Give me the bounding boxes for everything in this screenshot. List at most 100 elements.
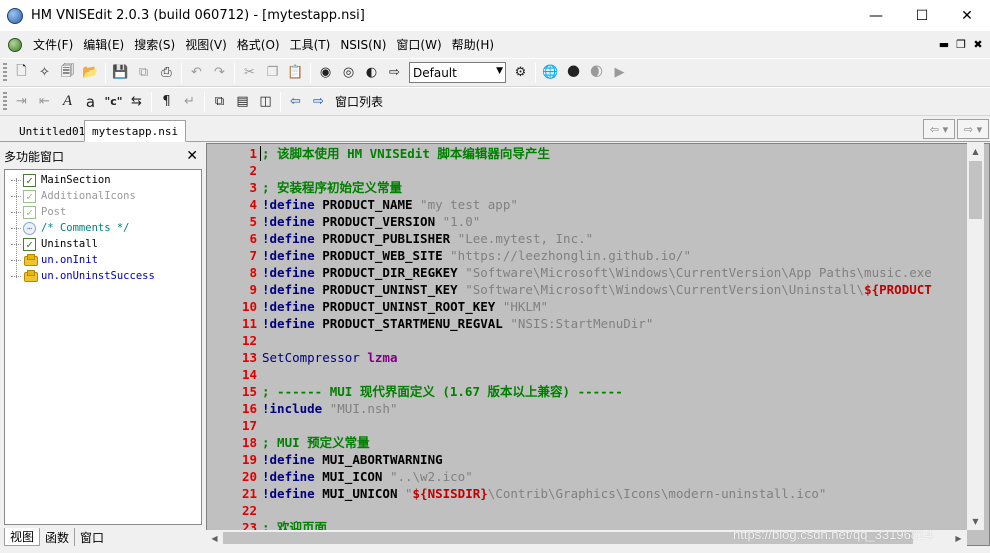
cascade-icon[interactable]: ⧉ xyxy=(208,91,231,113)
scroll-right-icon[interactable]: ▶ xyxy=(950,530,967,546)
menu-format[interactable]: 格式(O) xyxy=(232,36,285,53)
menu-edit[interactable]: 编辑(E) xyxy=(78,36,129,53)
code-line[interactable]: 10 !define PRODUCT_UNINST_ROOT_KEY "HKLM" xyxy=(207,298,987,315)
tab-view[interactable]: 视图 xyxy=(4,528,41,546)
maximize-button[interactable]: ☐ xyxy=(899,0,945,31)
tab-scroll-left-icon[interactable]: ⇦ ▾ xyxy=(923,119,955,139)
menu-tools[interactable]: 工具(T) xyxy=(285,36,336,53)
code-line[interactable]: 16 !include "MUI.nsh" xyxy=(207,400,987,417)
tile-horizontal-icon[interactable]: ▤ xyxy=(231,91,254,113)
code-line[interactable]: 21 !define MUI_UNICON "${NSISDIR}\Contrib… xyxy=(207,485,987,502)
scroll-left-icon[interactable]: ◀ xyxy=(206,530,223,546)
code-line[interactable]: 9 !define PRODUCT_UNINST_KEY "Software\Mi… xyxy=(207,281,987,298)
replace-icon[interactable]: ◐ xyxy=(360,62,383,84)
setup-icon[interactable]: ⚙ xyxy=(509,62,532,84)
checked-section-icon[interactable]: ✓ xyxy=(23,189,36,203)
paste-icon[interactable]: 📋 xyxy=(284,62,307,84)
wizard-icon[interactable]: ✧ xyxy=(33,62,56,84)
window-list-button[interactable]: 窗口列表 xyxy=(330,91,388,113)
copy-icon[interactable]: ❐ xyxy=(261,62,284,84)
save-icon[interactable]: 💾 xyxy=(109,62,132,84)
doc-minimize-button[interactable]: ▬ xyxy=(935,31,953,58)
checked-section-icon[interactable]: ✓ xyxy=(23,237,36,251)
menu-window[interactable]: 窗口(W) xyxy=(391,36,446,53)
outdent-icon[interactable]: ⇤ xyxy=(33,91,56,113)
code-line[interactable]: 22 xyxy=(207,502,987,519)
undo-icon[interactable]: ↶ xyxy=(185,62,208,84)
menu-nsis[interactable]: NSIS(N) xyxy=(335,38,391,52)
code-line[interactable]: 8 !define PRODUCT_DIR_REGKEY "Software\Mi… xyxy=(207,264,987,281)
wrap-icon[interactable]: ↵ xyxy=(178,91,201,113)
minimize-button[interactable]: — xyxy=(853,0,899,31)
code-line[interactable]: 14 xyxy=(207,366,987,383)
code-line[interactable]: 11 !define PRODUCT_STARTMENU_REGVAL "NSIS… xyxy=(207,315,987,332)
code-line[interactable]: 12 xyxy=(207,332,987,349)
test-installer-icon[interactable]: 🌒 xyxy=(585,62,608,84)
tab-untitled01[interactable]: Untitled01 xyxy=(12,120,92,142)
code-line[interactable]: 3 ; 安装程序初始定义常量 xyxy=(207,179,987,196)
lowercase-icon[interactable]: a xyxy=(79,91,102,113)
tab-functions[interactable]: 函数 xyxy=(40,528,76,546)
checked-section-icon[interactable]: ✓ xyxy=(23,173,36,187)
code-line[interactable]: 4 !define PRODUCT_NAME "my test app" xyxy=(207,196,987,213)
doc-close-button[interactable]: ✖ xyxy=(969,31,987,58)
toolbar-grip[interactable] xyxy=(3,62,7,83)
pilcrow-icon[interactable]: ¶ xyxy=(155,91,178,113)
document-menu-icon[interactable] xyxy=(8,37,22,52)
find-icon[interactable]: ◉ xyxy=(314,62,337,84)
tree-item[interactable]: un.onInit xyxy=(11,252,98,268)
tab-scroll-right-icon[interactable]: ⇨ ▾ xyxy=(957,119,989,139)
tab-windows[interactable]: 窗口 xyxy=(75,528,109,546)
code-line[interactable]: 19 !define MUI_ABORTWARNING xyxy=(207,451,987,468)
code-line[interactable]: 17 xyxy=(207,417,987,434)
code-line[interactable]: 18 ; MUI 预定义常量 xyxy=(207,434,987,451)
tree-item[interactable]: ✓ Post xyxy=(11,204,66,220)
template-icon[interactable]: 🗐 xyxy=(56,62,79,84)
open-folder-icon[interactable]: 📂 xyxy=(79,62,102,84)
cut-icon[interactable]: ✂ xyxy=(238,62,261,84)
quote-icon[interactable]: "c" xyxy=(102,91,125,113)
toolbar-grip[interactable] xyxy=(3,91,7,112)
menu-file[interactable]: 文件(F) xyxy=(28,36,78,53)
close-button[interactable]: ✕ xyxy=(944,0,990,31)
run-icon[interactable]: ▶ xyxy=(608,62,631,84)
code-line[interactable]: 13 SetCompressor lzma xyxy=(207,349,987,366)
redo-icon[interactable]: ↷ xyxy=(208,62,231,84)
scroll-up-icon[interactable]: ▲ xyxy=(967,143,984,160)
font-select[interactable]: Default ▼ xyxy=(409,62,506,83)
tree-item[interactable]: ⋯ /* Comments */ xyxy=(11,220,130,236)
swap-case-icon[interactable]: ⇆ xyxy=(125,91,148,113)
print-icon[interactable]: ⎙ xyxy=(155,62,178,84)
tile-vertical-icon[interactable]: ◫ xyxy=(254,91,277,113)
scroll-down-icon[interactable]: ▼ xyxy=(967,513,984,530)
code-editor[interactable]: 1 ; 该脚本使用 HM VNISEdit 脚本编辑器向导产生 2 3 ; 安装程序初始… xyxy=(206,143,990,546)
menu-search[interactable]: 搜索(S) xyxy=(129,36,180,53)
menu-help[interactable]: 帮助(H) xyxy=(447,36,499,53)
panel-close-icon[interactable]: ✕ xyxy=(186,148,200,164)
code-line[interactable]: 1 ; 该脚本使用 HM VNISEdit 脚本编辑器向导产生 xyxy=(207,145,987,162)
tree-item[interactable]: un.onUninstSuccess xyxy=(11,268,155,284)
code-line[interactable]: 2 xyxy=(207,162,987,179)
vertical-scrollbar[interactable]: ▲ ▼ xyxy=(967,143,984,530)
menu-view[interactable]: 视图(V) xyxy=(180,36,232,53)
uppercase-icon[interactable]: A xyxy=(56,91,79,113)
save-all-icon[interactable]: ⧉ xyxy=(132,62,155,84)
compile-run-icon[interactable]: 🌑 xyxy=(562,62,585,84)
code-line[interactable]: 15 ; ------ MUI 现代界面定义 (1.67 版本以上兼容) ----… xyxy=(207,383,987,400)
tree-item[interactable]: ✓ AdditionalIcons xyxy=(11,188,136,204)
code-line[interactable]: 6 !define PRODUCT_PUBLISHER "Lee.mytest, … xyxy=(207,230,987,247)
compile-icon[interactable]: 🌐 xyxy=(539,62,562,84)
prev-window-icon[interactable]: ⇦ xyxy=(284,91,307,113)
tab-mytestapp[interactable]: mytestapp.nsi xyxy=(84,120,187,142)
indent-icon[interactable]: ⇥ xyxy=(10,91,33,113)
new-file-icon[interactable]: 🗋 xyxy=(10,62,33,84)
tree-item[interactable]: ✓ MainSection xyxy=(11,172,111,188)
tree-item[interactable]: ✓ Uninstall xyxy=(11,236,98,252)
find-next-icon[interactable]: ◎ xyxy=(337,62,360,84)
next-window-icon[interactable]: ⇨ xyxy=(307,91,330,113)
code-line[interactable]: 7 !define PRODUCT_WEB_SITE "https://leezh… xyxy=(207,247,987,264)
checked-section-icon[interactable]: ✓ xyxy=(23,205,36,219)
code-line[interactable]: 20 !define MUI_ICON "..\w2.ico" xyxy=(207,468,987,485)
code-line[interactable]: 5 !define PRODUCT_VERSION "1.0" xyxy=(207,213,987,230)
goto-line-icon[interactable]: ⇨ xyxy=(383,62,406,84)
